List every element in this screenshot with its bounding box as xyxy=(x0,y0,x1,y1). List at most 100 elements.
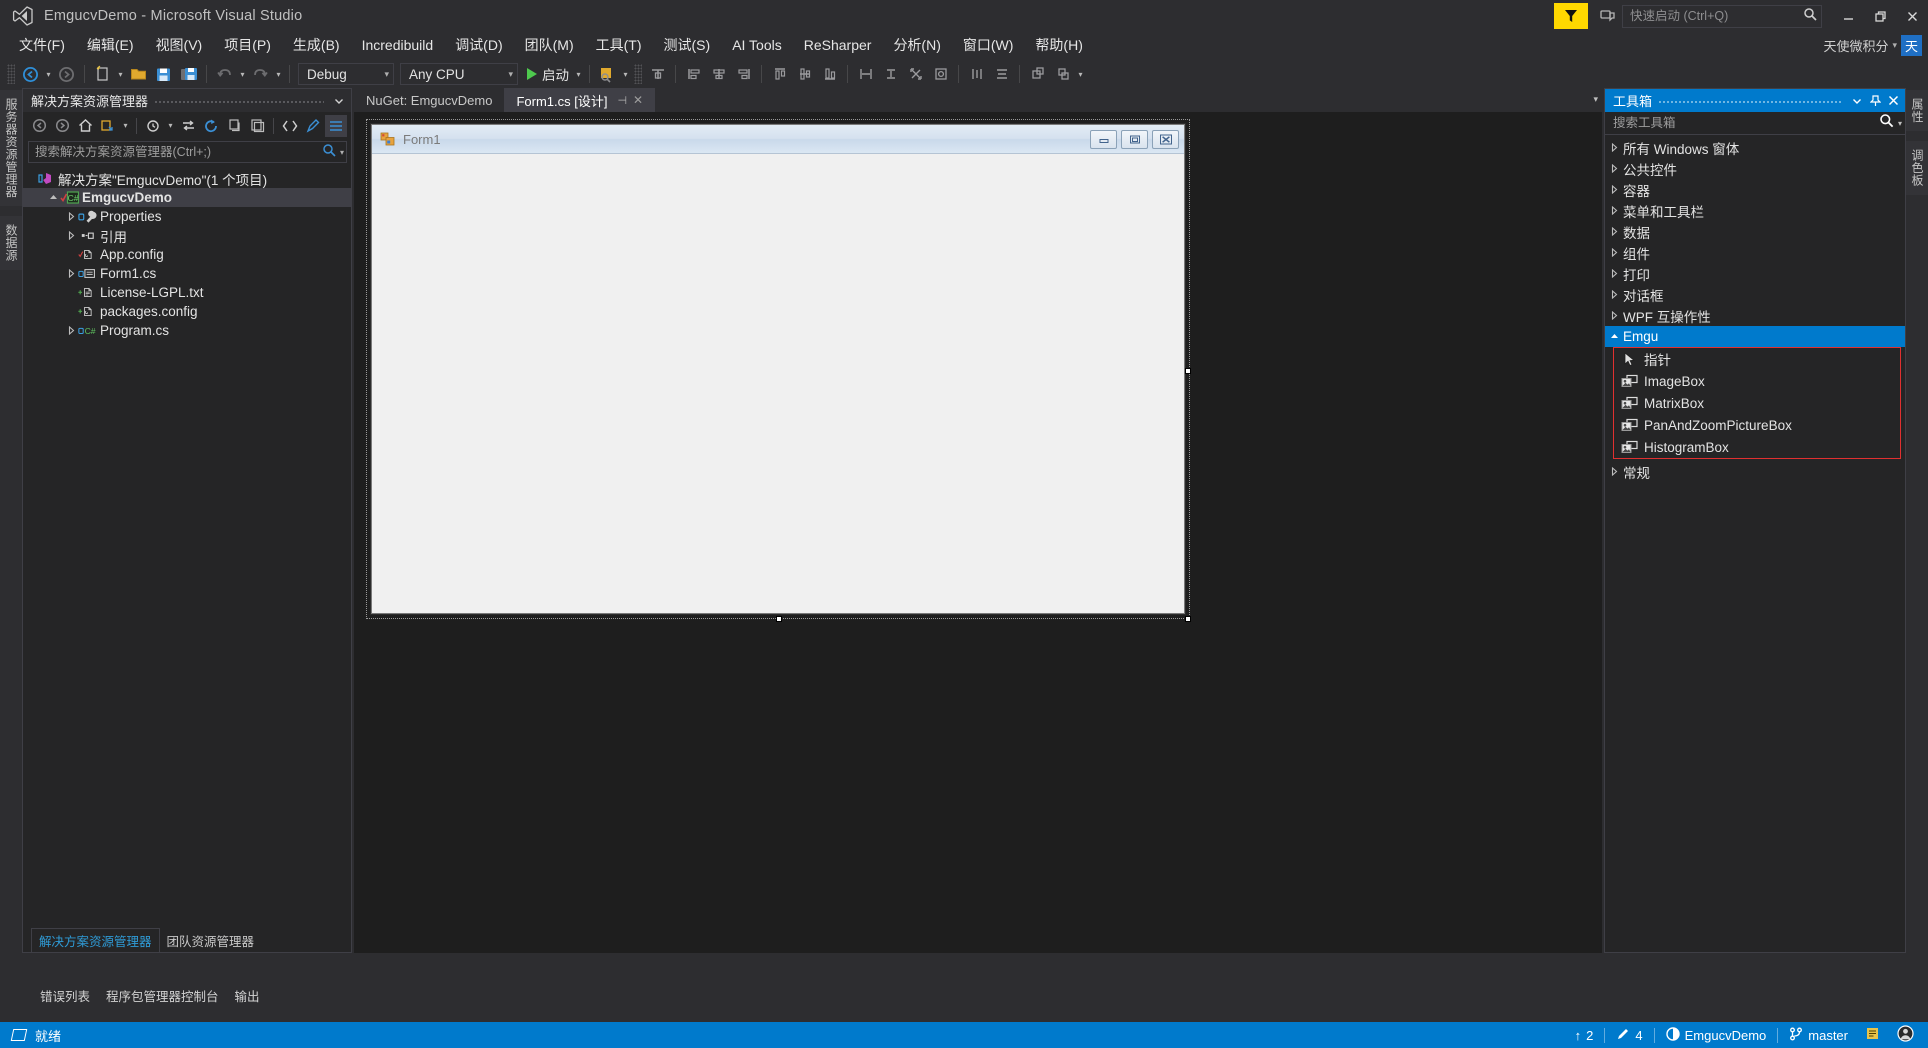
new-project-dropdown[interactable]: ▾ xyxy=(115,62,126,86)
toolbar-overflow-button[interactable]: ▾ xyxy=(1075,62,1086,86)
align-lefts-icon[interactable] xyxy=(681,62,706,86)
forward-arrow-icon[interactable] xyxy=(51,115,73,137)
feedback-smiley-icon[interactable] xyxy=(1594,3,1622,29)
toolbox-category-components[interactable]: 组件 xyxy=(1605,242,1905,263)
menu-build[interactable]: 生成(B) xyxy=(282,34,351,57)
pending-changes-filter-icon[interactable] xyxy=(142,115,164,137)
save-all-icon[interactable] xyxy=(176,62,201,86)
menu-help[interactable]: 帮助(H) xyxy=(1024,34,1093,57)
find-dropdown[interactable]: ▾ xyxy=(620,62,631,86)
menu-view[interactable]: 视图(V) xyxy=(145,34,214,57)
tab-output[interactable]: 输出 xyxy=(227,984,268,1007)
document-tabs-overflow[interactable]: ▾ xyxy=(1593,94,1598,105)
align-to-grid-icon[interactable] xyxy=(645,62,670,86)
expanded-twisty-icon[interactable] xyxy=(47,193,60,202)
status-pending-edits[interactable]: 4 xyxy=(1610,1022,1648,1048)
expanded-twisty-icon[interactable] xyxy=(1605,332,1623,341)
tab-solution-explorer[interactable]: 解决方案资源管理器 xyxy=(31,928,160,952)
search-options-caret[interactable]: ▾ xyxy=(340,148,344,157)
vtab-data-sources[interactable]: 数据源 xyxy=(0,216,23,270)
collapsed-twisty-icon[interactable] xyxy=(65,231,78,240)
undo-icon[interactable] xyxy=(212,62,237,86)
close-icon[interactable] xyxy=(1884,91,1902,111)
collapsed-twisty-icon[interactable] xyxy=(65,269,78,278)
menu-test[interactable]: 测试(S) xyxy=(653,34,722,57)
menu-edit[interactable]: 编辑(E) xyxy=(76,34,145,57)
tree-row-references[interactable]: 引用 xyxy=(23,226,351,245)
menu-ai-tools[interactable]: AI Tools xyxy=(721,34,793,57)
chevron-down-icon[interactable]: ▾ xyxy=(1898,119,1902,128)
undo-dropdown[interactable]: ▾ xyxy=(237,62,248,86)
menu-analyze[interactable]: 分析(N) xyxy=(882,34,951,57)
status-repository[interactable]: EmgucvDemo xyxy=(1660,1022,1773,1048)
close-icon[interactable]: ✕ xyxy=(633,93,643,107)
start-debug-button[interactable]: 启动 xyxy=(521,62,573,86)
back-arrow-icon[interactable] xyxy=(28,115,50,137)
minimize-icon[interactable] xyxy=(1832,1,1864,31)
start-debug-dropdown[interactable]: ▾ xyxy=(573,62,584,86)
avatar[interactable]: 天 xyxy=(1901,35,1922,56)
chevron-down-icon[interactable]: ▾ xyxy=(384,69,389,80)
find-in-files-icon[interactable] xyxy=(595,62,620,86)
navigate-back-icon[interactable] xyxy=(18,62,43,86)
account-area[interactable]: 天使微积分 ▾ 天 xyxy=(1823,32,1922,59)
collapsed-twisty-icon[interactable] xyxy=(65,326,78,335)
open-file-icon[interactable] xyxy=(126,62,151,86)
resize-handle-bottom[interactable] xyxy=(776,616,782,622)
menu-debug[interactable]: 调试(D) xyxy=(444,34,513,57)
align-tops-icon[interactable] xyxy=(767,62,792,86)
toolbox-category-general[interactable]: 常规 xyxy=(1605,461,1905,482)
toolbox-category-emgu[interactable]: Emgu xyxy=(1605,326,1905,347)
solution-configuration-combo[interactable]: Debug ▾ xyxy=(298,63,394,85)
redo-icon[interactable] xyxy=(248,62,273,86)
status-notifications[interactable] xyxy=(1859,1022,1886,1048)
collapsed-twisty-icon[interactable] xyxy=(1605,206,1623,215)
search-icon[interactable] xyxy=(322,143,336,162)
collapsed-twisty-icon[interactable] xyxy=(1605,311,1623,320)
toolbox-item-histogrambox[interactable]: HistogramBox xyxy=(1614,436,1900,458)
vertical-spacing-icon[interactable] xyxy=(989,62,1014,86)
tree-row-program-cs[interactable]: C# Program.cs xyxy=(23,321,351,340)
align-rights-icon[interactable] xyxy=(731,62,756,86)
redo-dropdown[interactable]: ▾ xyxy=(273,62,284,86)
collapsed-twisty-icon[interactable] xyxy=(1605,227,1623,236)
toolbox-category-common-controls[interactable]: 公共控件 xyxy=(1605,158,1905,179)
toolbox-item-panandzoompicturebox[interactable]: PanAndZoomPictureBox xyxy=(1614,414,1900,436)
collapsed-twisty-icon[interactable] xyxy=(1605,248,1623,257)
solution-platform-combo[interactable]: Any CPU ▾ xyxy=(400,63,518,85)
tree-row-license-lgpl-txt[interactable]: License-LGPL.txt xyxy=(23,283,351,302)
chevron-down-icon[interactable]: ▾ xyxy=(1892,40,1897,51)
collapsed-twisty-icon[interactable] xyxy=(65,212,78,221)
new-project-icon[interactable] xyxy=(90,62,115,86)
tab-form1-designer[interactable]: Form1.cs [设计] ⊣ ✕ xyxy=(504,88,656,112)
toolbox-item-matrixbox[interactable]: MatrixBox xyxy=(1614,392,1900,414)
toolbox-category-dialogs[interactable]: 对话框 xyxy=(1605,284,1905,305)
collapsed-twisty-icon[interactable] xyxy=(1605,269,1623,278)
sync-with-active-document-icon[interactable] xyxy=(97,115,119,137)
make-same-size-icon[interactable] xyxy=(903,62,928,86)
size-to-grid-icon[interactable] xyxy=(928,62,953,86)
toolbox-item-imagebox[interactable]: ImageBox xyxy=(1614,370,1900,392)
collapsed-twisty-icon[interactable] xyxy=(1605,164,1623,173)
search-input[interactable] xyxy=(1613,116,1879,130)
align-middles-icon[interactable] xyxy=(792,62,817,86)
tree-row-properties[interactable]: Properties xyxy=(23,207,351,226)
tab-team-explorer[interactable]: 团队资源管理器 xyxy=(160,929,262,952)
tree-row-project[interactable]: C# EmgucvDemo xyxy=(23,188,351,207)
search-icon[interactable] xyxy=(1879,113,1894,133)
menu-team[interactable]: 团队(M) xyxy=(514,34,585,57)
chevron-down-icon[interactable]: ▾ xyxy=(508,69,513,80)
navigate-back-dropdown[interactable]: ▾ xyxy=(43,62,54,86)
tree-row-form1-cs[interactable]: Form1.cs xyxy=(23,264,351,283)
resize-handle-right[interactable] xyxy=(1185,368,1191,374)
horizontal-spacing-icon[interactable] xyxy=(964,62,989,86)
collapsed-twisty-icon[interactable] xyxy=(1605,290,1623,299)
menu-tools[interactable]: 工具(T) xyxy=(585,34,653,57)
view-designer-icon[interactable] xyxy=(302,115,324,137)
tree-row-app-config[interactable]: App.config xyxy=(23,245,351,264)
properties-icon[interactable] xyxy=(325,114,347,137)
vtab-properties[interactable]: 属性 xyxy=(1906,90,1928,131)
tab-package-manager-console[interactable]: 程序包管理器控制台 xyxy=(98,984,227,1007)
toolbar-grip[interactable] xyxy=(634,64,642,84)
pin-icon[interactable] xyxy=(1866,91,1884,111)
